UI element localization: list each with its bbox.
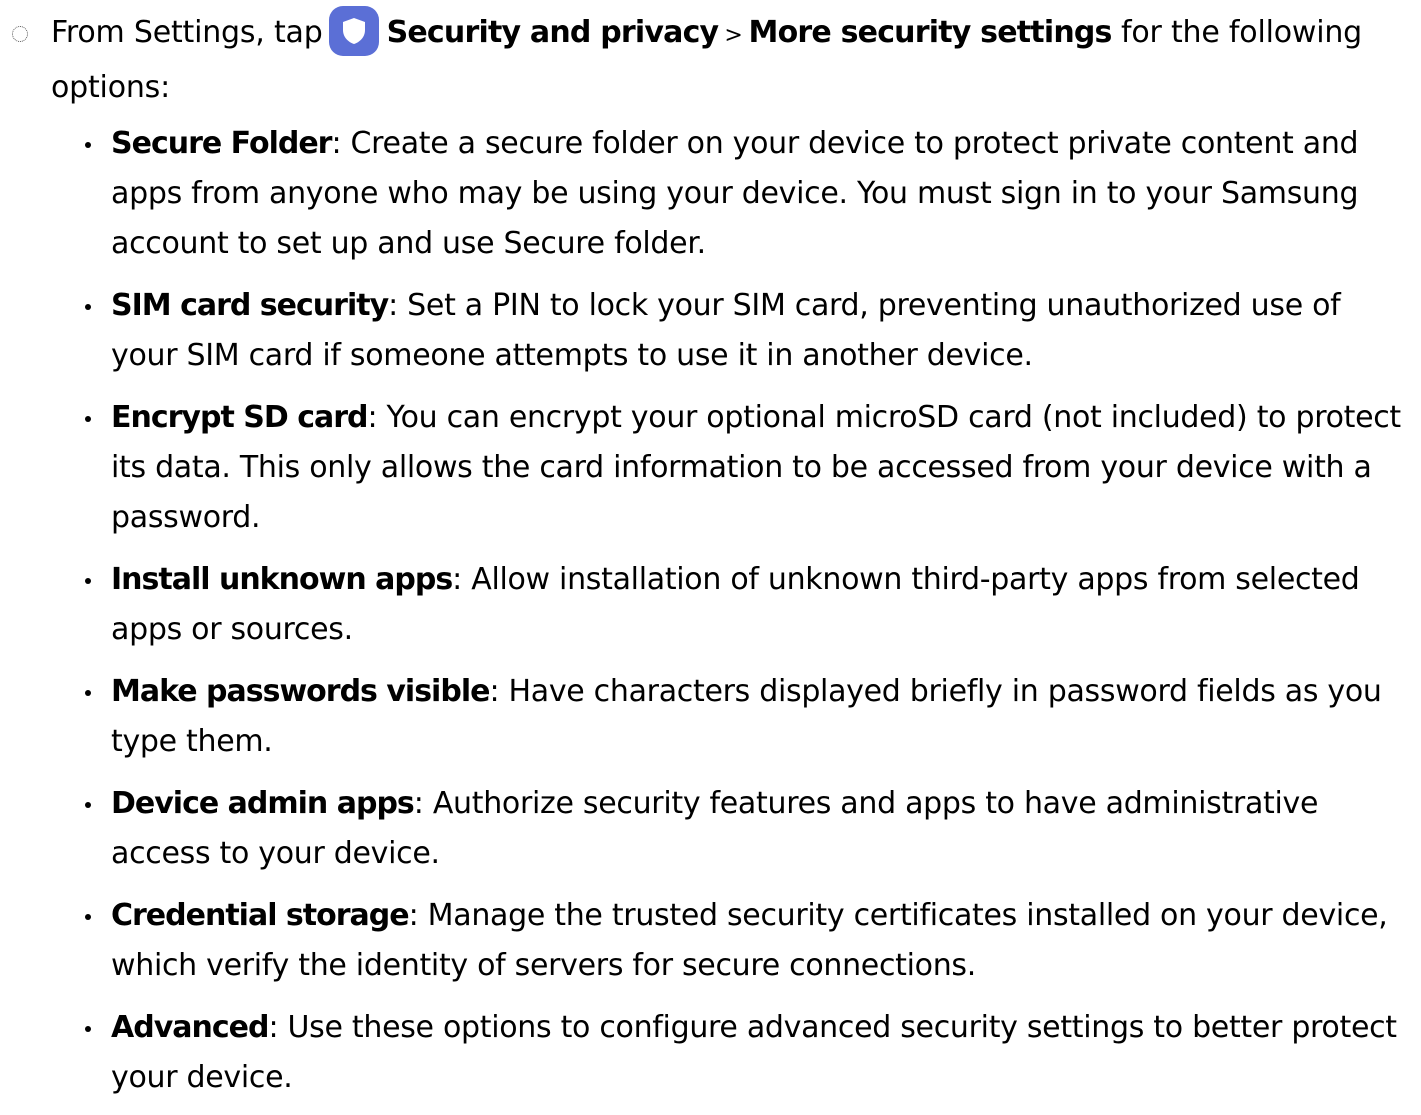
intro-prefix: From Settings, tap <box>51 15 323 50</box>
option-term: Device admin apps <box>111 786 415 821</box>
list-item: Device admin apps: Authorize security fe… <box>85 779 1411 879</box>
hollow-bullet-icon <box>12 26 28 42</box>
list-item: Secure Folder: Create a secure folder on… <box>85 119 1411 269</box>
bullet-icon <box>85 578 91 584</box>
intro-paragraph: From Settings, tap Security and privacy > M… <box>12 6 1407 114</box>
breadcrumb-separator: > <box>724 23 743 48</box>
list-item: Encrypt SD card: You can encrypt your op… <box>85 393 1411 543</box>
more-security-settings-link: More security settings <box>748 15 1113 50</box>
intro-text: From Settings, tap Security and privacy > M… <box>51 6 1407 114</box>
option-term: Make passwords visible <box>111 674 490 709</box>
bullet-icon <box>85 142 91 148</box>
document-page: From Settings, tap Security and privacy > M… <box>0 0 1421 1097</box>
option-term: Secure Folder <box>111 126 332 161</box>
security-options-list: Secure Folder: Create a secure folder on… <box>85 119 1411 1115</box>
list-item: SIM card security: Set a PIN to lock you… <box>85 281 1411 381</box>
option-term: SIM card security <box>111 288 389 323</box>
option-term: Encrypt SD card <box>111 400 368 435</box>
bullet-icon <box>85 690 91 696</box>
shield-icon <box>328 6 379 56</box>
option-term: Advanced <box>111 1010 269 1045</box>
bullet-icon <box>85 1026 91 1032</box>
option-term: Credential storage <box>111 898 410 933</box>
bullet-icon <box>85 802 91 808</box>
bullet-icon <box>85 416 91 422</box>
list-item: Advanced: Use these options to configure… <box>85 1003 1411 1103</box>
list-item: Credential storage: Manage the trusted s… <box>85 891 1411 991</box>
list-item: Make passwords visible: Have characters … <box>85 667 1411 767</box>
bullet-icon <box>85 304 91 310</box>
option-description: : Use these options to configure advance… <box>111 1010 1397 1095</box>
security-and-privacy-link: Security and privacy <box>386 15 720 50</box>
option-term: Install unknown apps <box>111 562 453 597</box>
bullet-icon <box>85 914 91 920</box>
list-item: Install unknown apps: Allow installation… <box>85 555 1411 655</box>
